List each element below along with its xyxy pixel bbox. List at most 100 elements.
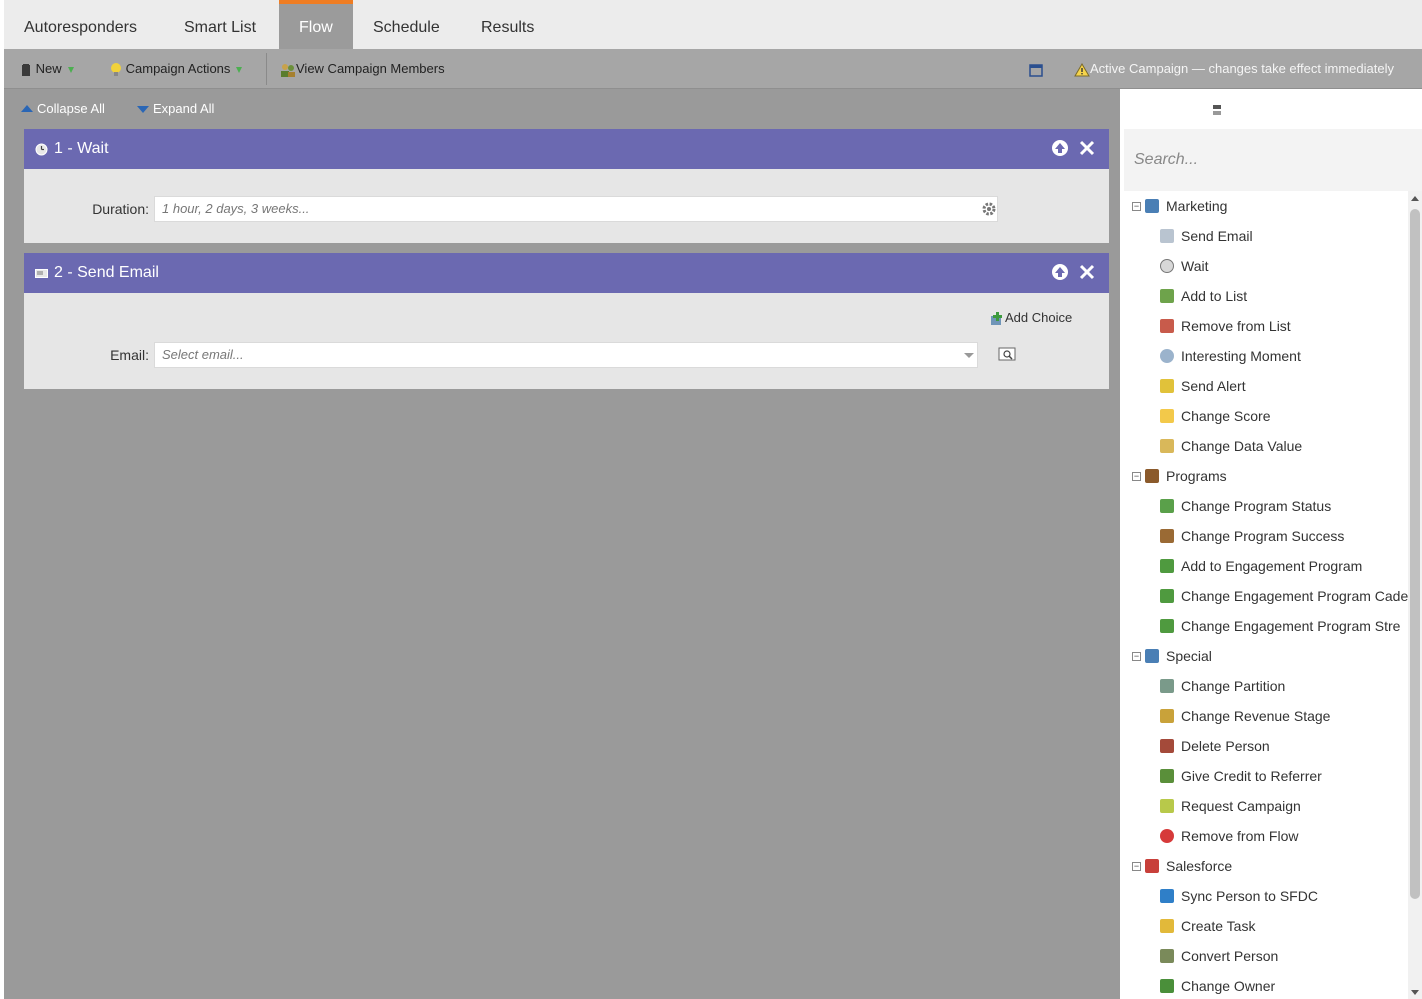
star-icon (1160, 409, 1174, 424)
palette-item[interactable]: Change Partition (1160, 671, 1285, 701)
palette-item-label: Delete Person (1181, 738, 1270, 754)
autosave-indicator: Auto-Save: no changes (1210, 89, 1359, 129)
palette-item[interactable]: Interesting Moment (1160, 341, 1301, 371)
palette-scrollbar[interactable] (1408, 191, 1422, 999)
palette-category-salesforce[interactable]: − Salesforce (1132, 851, 1232, 881)
palette-item[interactable]: Create Task (1160, 911, 1255, 941)
palette-item-label: Change Engagement Program Cade (1181, 588, 1408, 604)
programs-icon (1145, 469, 1159, 484)
step-header[interactable]: 2 - Send Email (24, 253, 1109, 293)
canvas-controls: Collapse All Expand All (4, 89, 1120, 129)
step-header[interactable]: 1 - Wait (24, 129, 1109, 169)
collapse-toggle-icon[interactable]: − (1132, 201, 1141, 211)
palette-category-marketing[interactable]: − Marketing (1132, 191, 1227, 221)
dropdown-arrow-icon (236, 66, 243, 73)
palette-item[interactable]: Change Program Success (1160, 521, 1344, 551)
palette-item[interactable]: Convert Person (1160, 941, 1278, 971)
palette-item-label: Change Engagement Program Stre (1181, 618, 1401, 634)
scroll-up-icon[interactable] (1411, 196, 1419, 201)
gear-icon[interactable] (981, 201, 997, 217)
duration-placeholder: 1 hour, 2 days, 3 weeks... (162, 201, 310, 216)
collapse-toggle-icon[interactable]: − (1132, 471, 1141, 481)
palette-category-programs[interactable]: − Programs (1132, 461, 1227, 491)
palette-item-label: Send Alert (1181, 378, 1246, 394)
remove-from-list-icon (1160, 319, 1174, 334)
chevron-down-icon (964, 353, 974, 358)
collapse-icon (21, 105, 33, 113)
delete-step-button[interactable] (1078, 263, 1096, 281)
palette-item[interactable]: Delete Person (1160, 731, 1270, 761)
palette-item[interactable]: Wait (1160, 251, 1208, 281)
window-icon (1029, 63, 1043, 77)
palette-item[interactable]: Add to Engagement Program (1160, 551, 1362, 581)
interesting-moment-icon (1160, 349, 1174, 364)
palette-item[interactable]: Remove from Flow (1160, 821, 1298, 851)
referrer-icon (1160, 769, 1174, 784)
palette-item[interactable]: Send Email (1160, 221, 1253, 251)
special-icon (1145, 649, 1159, 664)
arrow-up-icon (1052, 264, 1068, 280)
scroll-down-icon[interactable] (1411, 990, 1419, 995)
change-owner-icon (1160, 979, 1174, 994)
move-up-button[interactable] (1051, 263, 1069, 281)
palette-item[interactable]: Change Revenue Stage (1160, 701, 1330, 731)
palette-item-label: Give Credit to Referrer (1181, 768, 1322, 784)
tab-bar: Autoresponders Smart List Flow Schedule … (4, 0, 1422, 49)
campaign-status: Active Campaign — changes take effect im… (1074, 49, 1394, 89)
move-up-button[interactable] (1051, 139, 1069, 157)
palette-item[interactable]: Request Campaign (1160, 791, 1301, 821)
expand-all-button[interactable]: Expand All (137, 89, 214, 129)
campaign-actions-label: Campaign Actions (125, 61, 231, 76)
email-label: Email: (110, 347, 149, 363)
palette-item[interactable]: Remove from List (1160, 311, 1291, 341)
palette-item[interactable]: Change Owner (1160, 971, 1275, 999)
collapse-all-button[interactable]: Collapse All (21, 89, 105, 129)
palette-item[interactable]: Change Data Value (1160, 431, 1302, 461)
palette-item-label: Add to Engagement Program (1181, 558, 1363, 574)
autosave-text: Auto-Save: no changes (1224, 101, 1360, 116)
engagement-stream-icon (1160, 619, 1174, 634)
add-choice-label: Add Choice (1005, 310, 1073, 325)
tab-autoresponders[interactable]: Autoresponders (4, 0, 157, 49)
salesforce-icon (1145, 859, 1159, 874)
palette-item-label: Interesting Moment (1181, 348, 1301, 364)
delete-person-icon (1160, 739, 1174, 754)
window-toggle-button[interactable] (1029, 49, 1043, 89)
collapse-toggle-icon[interactable]: − (1132, 861, 1141, 871)
palette-item-label: Change Program Status (1181, 498, 1332, 514)
delete-step-button[interactable] (1078, 139, 1096, 157)
step-title: 2 - Send Email (54, 264, 159, 281)
email-preview-button[interactable] (998, 346, 1016, 367)
engagement-program-icon (1160, 559, 1174, 574)
palette-item[interactable]: Change Engagement Program Stre (1160, 611, 1400, 641)
new-menu-button[interactable]: New (20, 49, 74, 89)
tab-smart-list[interactable]: Smart List (164, 0, 276, 49)
tab-flow[interactable]: Flow (279, 0, 353, 49)
palette-item-label: Change Data Value (1181, 438, 1303, 454)
collapse-toggle-icon[interactable]: − (1132, 651, 1141, 661)
tab-schedule[interactable]: Schedule (353, 0, 460, 49)
email-select[interactable]: Select email... (154, 342, 978, 368)
scroll-thumb[interactable] (1410, 209, 1420, 899)
duration-input[interactable]: 1 hour, 2 days, 3 weeks... (154, 196, 998, 222)
add-choice-button[interactable]: Add Choice (989, 309, 1072, 327)
palette-search-input[interactable]: Search... (1124, 129, 1422, 191)
view-campaign-members-button[interactable]: View Campaign Members (280, 49, 445, 89)
tab-results[interactable]: Results (461, 0, 554, 49)
palette-item[interactable]: Change Score (1160, 401, 1271, 431)
palette-item[interactable]: Sync Person to SFDC (1160, 881, 1318, 911)
palette-item[interactable]: Give Credit to Referrer (1160, 761, 1322, 791)
wait-icon (1160, 259, 1174, 274)
palette-item[interactable]: Send Alert (1160, 371, 1246, 401)
palette-item[interactable]: Change Engagement Program Cade (1160, 581, 1408, 611)
campaign-actions-button[interactable]: Campaign Actions (110, 49, 243, 89)
palette-item-label: Remove from Flow (1181, 828, 1299, 844)
palette-item[interactable]: Add to List (1160, 281, 1247, 311)
palette-item[interactable]: Change Program Status (1160, 491, 1331, 521)
palette-category-special[interactable]: − Special (1132, 641, 1212, 671)
engagement-cadence-icon (1160, 589, 1174, 604)
add-to-list-icon (1160, 289, 1174, 304)
palette-category-label: Special (1166, 648, 1212, 664)
toolbar: New Campaign Actions View Campaign Membe… (4, 49, 1422, 89)
palette-item-label: Remove from List (1181, 318, 1291, 334)
